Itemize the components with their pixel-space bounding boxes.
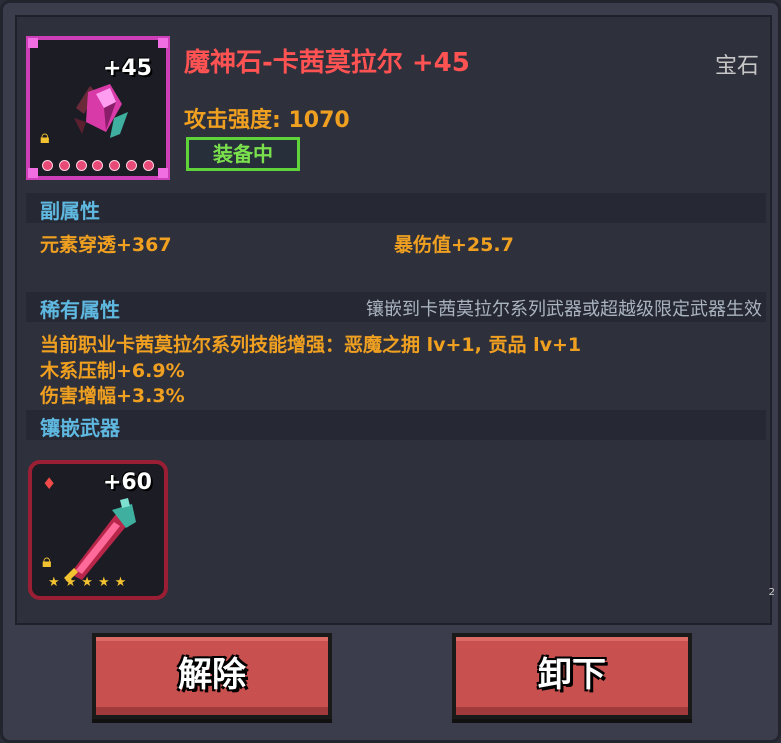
section-label: 镶嵌武器 [40,416,120,440]
rare-stat: 木系压制+6.9% [40,360,185,382]
inlaid-weapon-card[interactable]: ♦ +60 🔒︎ ★★★★★ [28,460,168,600]
lock-icon: 🔒︎ [40,127,50,148]
card-corner [28,38,38,48]
dot-icon [42,160,53,171]
rare-attributes-header: 稀有属性 镶嵌到卡茜莫拉尔系列武器或超越级限定武器生效 [26,292,766,322]
inlay-weapon-header: 镶嵌武器 [26,410,766,440]
card-corner [158,168,168,178]
sub-stat: 暴伤值+25.7 [394,234,514,256]
rare-stat: 当前职业卡茜莫拉尔系列技能增强：恶魔之拥 lv+1, 贡品 lv+1 [40,334,582,356]
sword-icon [64,498,136,582]
star-rating: ★★★★★ [48,575,132,590]
dot-icon [58,160,70,171]
dot-icon [126,160,138,171]
card-corner [28,168,38,178]
rare-stat: 伤害增幅+3.3% [40,385,185,407]
page-indicator: 2 [768,587,775,598]
dot-icon [92,160,104,171]
equipped-badge: 装备中 [186,137,300,171]
enhance-dots [42,160,154,172]
attack-strength: 攻击强度: 1070 [184,108,350,133]
dot-icon [109,160,121,171]
gem-item-card[interactable]: +45 🔒︎ [26,36,170,180]
fire-element-icon: ♦ [42,474,57,493]
gem-icon [74,84,128,138]
card-corner [158,38,168,48]
weapon-level: +60 [102,470,152,495]
remove-button[interactable]: 卸下 [452,633,692,719]
dot-icon [142,160,154,171]
item-category: 宝石 [714,54,759,79]
item-name: 魔神石-卡茜莫拉尔 +45 [184,48,470,78]
section-label: 稀有属性 [40,298,120,322]
section-label: 副属性 [40,199,100,223]
dot-icon [75,160,87,171]
sub-attributes-header: 副属性 [26,193,766,223]
lock-icon: 🔒︎ [42,551,52,572]
unset-button[interactable]: 解除 [92,633,332,719]
sub-stat: 元素穿透+367 [40,234,172,256]
rare-attributes-note: 镶嵌到卡茜莫拉尔系列武器或超越级限定武器生效 [366,299,762,320]
item-level: +45 [102,56,152,81]
